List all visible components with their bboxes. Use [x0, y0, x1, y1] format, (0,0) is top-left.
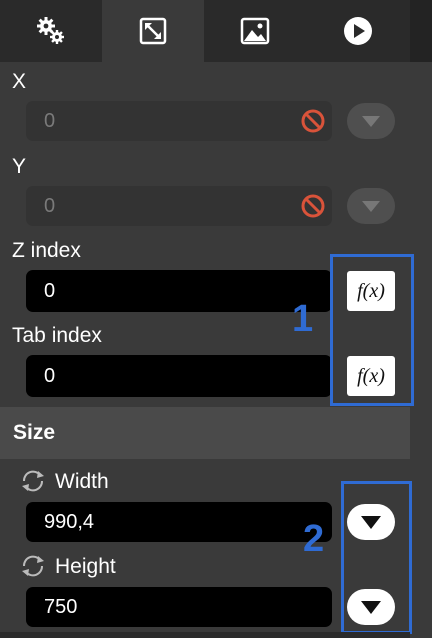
x-dropdown-button[interactable] — [347, 103, 395, 139]
width-input[interactable]: 990,4 — [26, 502, 332, 542]
x-label: X — [12, 70, 27, 93]
height-label: Height — [55, 555, 116, 578]
x-input[interactable]: 0 — [26, 101, 332, 141]
refresh-icon[interactable] — [19, 468, 47, 494]
size-section-header[interactable]: Size — [0, 407, 410, 459]
panel-bottom-edge — [0, 632, 410, 638]
tab-index-input[interactable]: 0 — [26, 355, 332, 397]
annotation-box-2 — [341, 481, 412, 634]
height-input[interactable]: 750 — [26, 587, 332, 627]
chevron-down-icon — [362, 201, 380, 212]
tab-index-label: Tab index — [12, 324, 102, 347]
annotation-number-1: 1 — [292, 298, 314, 340]
resize-arrows-icon — [139, 17, 167, 45]
disabled-icon — [301, 109, 325, 133]
tab-play[interactable] — [306, 0, 410, 62]
chevron-down-icon — [362, 116, 380, 127]
z-index-label: Z index — [12, 239, 81, 262]
size-section-title: Size — [13, 421, 56, 444]
image-icon — [240, 17, 270, 45]
disabled-icon — [301, 194, 325, 218]
tab-bar — [0, 0, 432, 62]
y-input[interactable]: 0 — [26, 186, 332, 226]
play-icon — [344, 17, 372, 45]
annotation-number-2: 2 — [303, 518, 325, 560]
tab-settings[interactable] — [0, 0, 102, 62]
annotation-box-1 — [330, 254, 414, 406]
refresh-icon[interactable] — [19, 553, 47, 579]
y-dropdown-button[interactable] — [347, 188, 395, 224]
tab-image[interactable] — [204, 0, 306, 62]
gears-icon — [37, 17, 64, 44]
tab-position-size[interactable] — [102, 0, 204, 62]
y-label: Y — [12, 155, 27, 178]
z-index-input[interactable]: 0 — [26, 270, 332, 312]
width-label: Width — [55, 470, 109, 493]
